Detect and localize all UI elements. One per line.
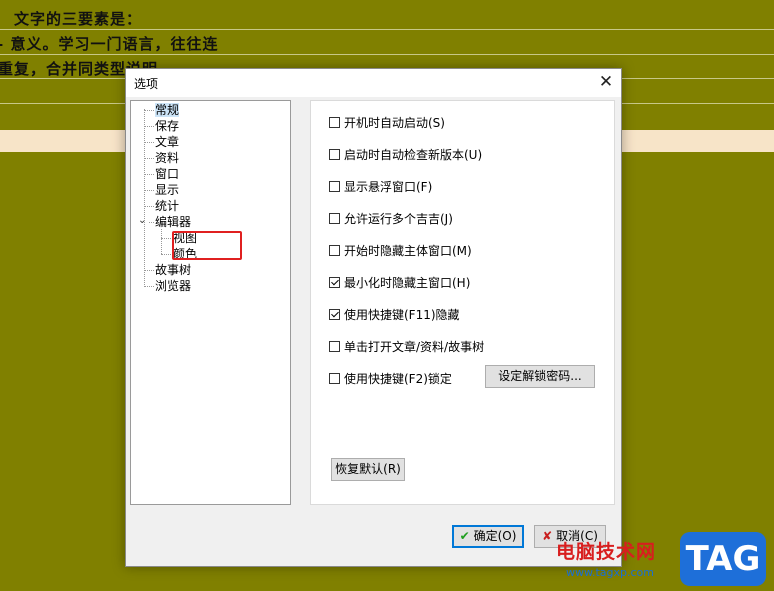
checkbox[interactable] [329, 181, 340, 192]
tree-item-general[interactable]: 常规 [155, 103, 180, 117]
tree-connector [144, 126, 154, 127]
tree-connector [161, 238, 171, 239]
set-unlock-password-button[interactable]: 设定解锁密码... [485, 365, 595, 388]
option-check-update[interactable]: 启动时自动检查新版本(U) [329, 146, 482, 163]
option-single-click-open[interactable]: 单击打开文章/资料/故事树 [329, 338, 484, 355]
tree-connector [161, 254, 171, 255]
tree-item-save[interactable]: 保存 [155, 119, 179, 133]
tree-connector [144, 142, 154, 143]
checkbox[interactable] [329, 373, 340, 384]
checkbox[interactable] [329, 149, 340, 160]
close-icon: ✕ [598, 72, 614, 92]
editor-rule [0, 29, 774, 30]
options-tree: 常规 保存 文章 资料 窗口 显示 统计 ⌄ 编辑器 视图 颜色 故事树 浏览器 [130, 100, 291, 505]
editor-text-line-2: - 意义。学习一门语言，往往连 [0, 35, 219, 53]
checkbox-checked[interactable] [329, 309, 340, 320]
tree-connector [161, 229, 162, 254]
checkbox-checked[interactable] [329, 277, 340, 288]
close-button[interactable]: ✕ [591, 69, 621, 97]
watermark-site-name: 电脑技术网 [556, 541, 657, 563]
option-multiple-instances[interactable]: 允许运行多个吉吉(J) [329, 210, 453, 227]
watermark-logo: TAG [680, 532, 766, 586]
checkbox[interactable] [329, 245, 340, 256]
tree-connector [144, 190, 154, 191]
ok-button[interactable]: ✔ 确定(O) [452, 525, 524, 548]
check-icon: ✔ [459, 529, 470, 543]
tree-connector [144, 270, 154, 271]
tree-connector [144, 110, 154, 111]
dialog-title: 选项 [134, 77, 159, 91]
annotation-highlight-box [172, 231, 242, 260]
checkbox[interactable] [329, 213, 340, 224]
chevron-down-icon[interactable]: ⌄ [138, 215, 146, 226]
tree-connector [144, 286, 154, 287]
tree-item-browser[interactable]: 浏览器 [155, 279, 191, 293]
tree-item-window[interactable]: 窗口 [155, 167, 179, 181]
tree-item-editor[interactable]: 编辑器 [155, 215, 191, 229]
option-hide-main-on-start[interactable]: 开始时隐藏主体窗口(M) [329, 242, 472, 259]
editor-rule [0, 54, 774, 55]
tree-item-material[interactable]: 资料 [155, 151, 179, 165]
tree-connector [144, 158, 154, 159]
checkbox[interactable] [329, 117, 340, 128]
option-floating-window[interactable]: 显示悬浮窗口(F) [329, 178, 432, 195]
options-dialog: 选项 ✕ 常规 保存 文章 资料 窗口 显示 统计 ⌄ 编辑器 视图 颜色 故事… [125, 68, 622, 567]
tree-connector [149, 222, 154, 223]
tree-item-story-tree[interactable]: 故事树 [155, 263, 191, 277]
dialog-titlebar: 选项 ✕ [126, 69, 621, 97]
checkbox[interactable] [329, 341, 340, 352]
tree-item-article[interactable]: 文章 [155, 135, 179, 149]
cross-icon: ✘ [542, 529, 553, 543]
option-hide-on-minimize[interactable]: 最小化时隐藏主窗口(H) [329, 274, 470, 291]
tree-item-statistics[interactable]: 统计 [155, 199, 179, 213]
option-autostart[interactable]: 开机时自动启动(S) [329, 114, 445, 131]
watermark-url: www.tagxp.com [566, 566, 654, 579]
editor-text-line-1: 文字的三要素是： [14, 10, 143, 28]
tree-connector [144, 174, 154, 175]
tree-connector [144, 206, 154, 207]
option-hotkey-lock[interactable]: 使用快捷键(F2)锁定 [329, 370, 452, 387]
tree-item-display[interactable]: 显示 [155, 183, 179, 197]
general-settings-panel: 开机时自动启动(S) 启动时自动检查新版本(U) 显示悬浮窗口(F) 允许运行多… [310, 100, 615, 505]
restore-default-button[interactable]: 恢复默认(R) [331, 458, 405, 481]
tree-connector [144, 109, 145, 287]
option-hotkey-hide[interactable]: 使用快捷键(F11)隐藏 [329, 306, 460, 323]
